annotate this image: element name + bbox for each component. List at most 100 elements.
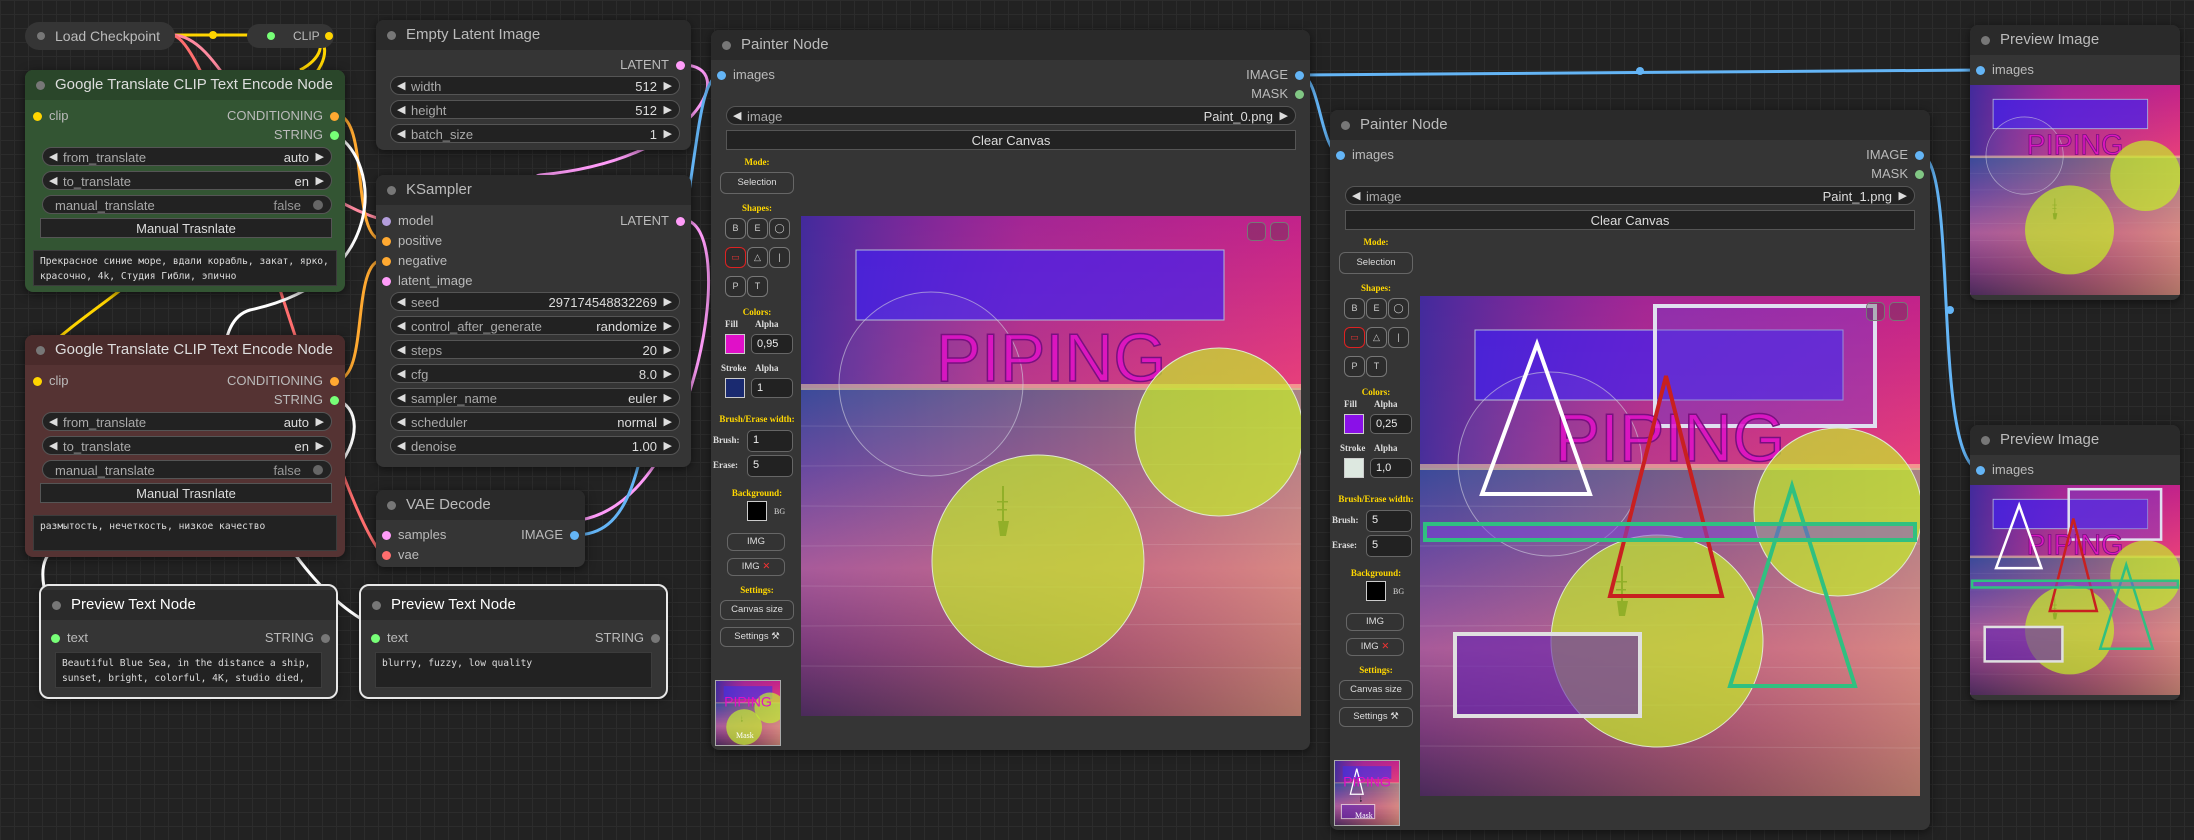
settings-button[interactable]: Settings ⚒ xyxy=(720,627,794,647)
preview-image[interactable]: PIPING xyxy=(1970,485,2180,695)
preview-textarea[interactable]: Beautiful Blue Sea, in the distance a sh… xyxy=(55,652,322,688)
image-combo[interactable]: ◀ image Paint_0.png ▶ xyxy=(726,106,1296,125)
line-shape-button[interactable]: | xyxy=(769,247,790,268)
stroke-alpha-input[interactable]: 1,0 xyxy=(1370,458,1412,478)
circle-shape-button[interactable]: ◯ xyxy=(1388,298,1409,319)
manual-translate-toggle[interactable]: manual_translate false xyxy=(42,460,332,479)
collapse-dot[interactable] xyxy=(722,41,731,50)
preview-text-node-2[interactable]: Preview Text Node text STRING blurry, fu… xyxy=(359,584,668,699)
preview-image-node-2[interactable]: Preview Image images PIPING xyxy=(1970,425,2180,700)
vae-input[interactable]: vae xyxy=(380,547,419,563)
painter-node-2[interactable]: Painter Node images IMAGE MASK ◀ image P… xyxy=(1330,110,1930,830)
positive-input-dot[interactable] xyxy=(382,237,391,246)
images-input[interactable]: images xyxy=(1334,147,1394,163)
vae-input-dot[interactable] xyxy=(382,551,391,560)
manual-translate-button[interactable]: Manual Trasnlate xyxy=(40,218,332,238)
brush-width-input[interactable]: 5 xyxy=(1366,510,1412,532)
text-input[interactable]: text xyxy=(49,630,88,646)
chevron-right-icon[interactable]: ▶ xyxy=(664,437,672,456)
images-input[interactable]: images xyxy=(1974,462,2034,478)
chevron-right-icon[interactable]: ▶ xyxy=(1899,187,1907,206)
prompt-textarea[interactable]: Прекрасное синие море, вдали корабль, за… xyxy=(33,250,337,286)
img-button[interactable]: IMG xyxy=(727,533,785,551)
string-output-dot[interactable] xyxy=(330,396,339,405)
chevron-left-icon[interactable]: ◀ xyxy=(397,341,405,360)
image-output-dot[interactable] xyxy=(1915,151,1924,160)
chevron-left-icon[interactable]: ◀ xyxy=(397,101,405,120)
toggle-dot[interactable] xyxy=(313,465,323,475)
chevron-right-icon[interactable]: ▶ xyxy=(316,172,324,191)
canvas-size-button[interactable]: Canvas size xyxy=(720,600,794,620)
selection-mode-button[interactable]: Selection xyxy=(720,172,794,194)
to-translate-combo[interactable]: ◀ to_translate en ▶ xyxy=(42,171,332,190)
images-input-dot[interactable] xyxy=(1336,151,1345,160)
canvas-close-button[interactable] xyxy=(1889,302,1908,321)
images-input-dot[interactable] xyxy=(717,71,726,80)
images-input[interactable]: images xyxy=(1974,62,2034,78)
latent-output[interactable]: LATENT xyxy=(620,213,687,229)
images-input[interactable]: images xyxy=(715,67,775,83)
collapse-dot[interactable] xyxy=(37,32,45,40)
collapse-dot[interactable] xyxy=(372,601,381,610)
chevron-left-icon[interactable]: ◀ xyxy=(397,317,405,336)
brush-width-input[interactable]: 1 xyxy=(747,430,793,452)
empty-latent-image-node[interactable]: Empty Latent Image LATENT ◀ width 512 ▶ … xyxy=(376,20,691,150)
latent-image-input[interactable]: latent_image xyxy=(380,273,472,289)
conditioning-output-dot[interactable] xyxy=(330,377,339,386)
clip-output-pill[interactable]: CLIP xyxy=(247,24,334,48)
text-input-dot[interactable] xyxy=(51,634,60,643)
fill-alpha-input[interactable]: 0,25 xyxy=(1370,414,1412,434)
string-output[interactable]: STRING xyxy=(274,392,341,408)
string-output[interactable]: STRING xyxy=(274,127,341,143)
mask-output-dot[interactable] xyxy=(1295,90,1304,99)
to-translate-combo[interactable]: ◀ to_translate en ▶ xyxy=(42,436,332,455)
chevron-right-icon[interactable]: ▶ xyxy=(664,413,672,432)
collapse-dot[interactable] xyxy=(387,501,396,510)
chevron-left-icon[interactable]: ◀ xyxy=(49,148,57,167)
load-checkpoint-node[interactable]: Load Checkpoint CLIP xyxy=(25,22,334,50)
node-title-bar[interactable]: Google Translate CLIP Text Encode Node xyxy=(25,70,345,100)
background-color-swatch[interactable] xyxy=(747,501,767,521)
line-shape-button[interactable]: | xyxy=(1388,327,1409,348)
height-number[interactable]: ◀ height 512 ▶ xyxy=(390,100,680,119)
translate-node-positive[interactable]: Google Translate CLIP Text Encode Node c… xyxy=(25,70,345,292)
conditioning-output[interactable]: CONDITIONING xyxy=(227,373,341,389)
from-translate-combo[interactable]: ◀ from_translate auto ▶ xyxy=(42,147,332,166)
image-output-dot[interactable] xyxy=(1295,71,1304,80)
string-output[interactable]: STRING xyxy=(595,630,662,646)
stroke-color-swatch[interactable] xyxy=(1344,458,1364,478)
model-input-dot[interactable] xyxy=(382,217,391,226)
background-color-swatch[interactable] xyxy=(1366,581,1386,601)
node-title-bar[interactable]: Preview Image xyxy=(1970,25,2180,55)
chevron-left-icon[interactable]: ◀ xyxy=(397,293,405,312)
batch-size-number[interactable]: ◀ batch_size 1 ▶ xyxy=(390,124,680,143)
collapse-dot[interactable] xyxy=(1981,36,1990,45)
manual-translate-button[interactable]: Manual Trasnlate xyxy=(40,483,332,503)
rectangle-shape-button[interactable]: ▭ xyxy=(725,247,746,268)
canvas-lock-button[interactable] xyxy=(1247,222,1266,241)
string-output-dot[interactable] xyxy=(651,634,660,643)
chevron-left-icon[interactable]: ◀ xyxy=(1352,187,1360,206)
painter-node-1[interactable]: Painter Node images IMAGE MASK ◀ image P… xyxy=(711,30,1310,750)
polygon-shape-button[interactable]: P xyxy=(1344,356,1365,377)
polygon-shape-button[interactable]: P xyxy=(725,276,746,297)
img-remove-button[interactable]: IMG ✕ xyxy=(1346,638,1404,656)
chevron-left-icon[interactable]: ◀ xyxy=(397,437,405,456)
chevron-right-icon[interactable]: ▶ xyxy=(664,341,672,360)
chevron-left-icon[interactable]: ◀ xyxy=(49,172,57,191)
chevron-right-icon[interactable]: ▶ xyxy=(316,413,324,432)
string-output-dot[interactable] xyxy=(321,634,330,643)
mask-output[interactable]: MASK xyxy=(1871,166,1926,182)
collapse-dot[interactable] xyxy=(36,81,45,90)
fill-color-swatch[interactable] xyxy=(1344,414,1364,434)
image-output[interactable]: IMAGE xyxy=(521,527,581,543)
image-output-dot[interactable] xyxy=(570,531,579,540)
denoise-number[interactable]: ◀ denoise 1.00 ▶ xyxy=(390,436,680,455)
image-output[interactable]: IMAGE xyxy=(1866,147,1926,163)
clip-input-dot[interactable] xyxy=(33,377,42,386)
img-remove-button[interactable]: IMG ✕ xyxy=(727,558,785,576)
translate-node-negative[interactable]: Google Translate CLIP Text Encode Node c… xyxy=(25,335,345,557)
node-title-bar[interactable]: Preview Text Node xyxy=(361,590,666,620)
triangle-shape-button[interactable]: △ xyxy=(1366,327,1387,348)
node-title-bar[interactable]: Empty Latent Image xyxy=(376,20,691,50)
